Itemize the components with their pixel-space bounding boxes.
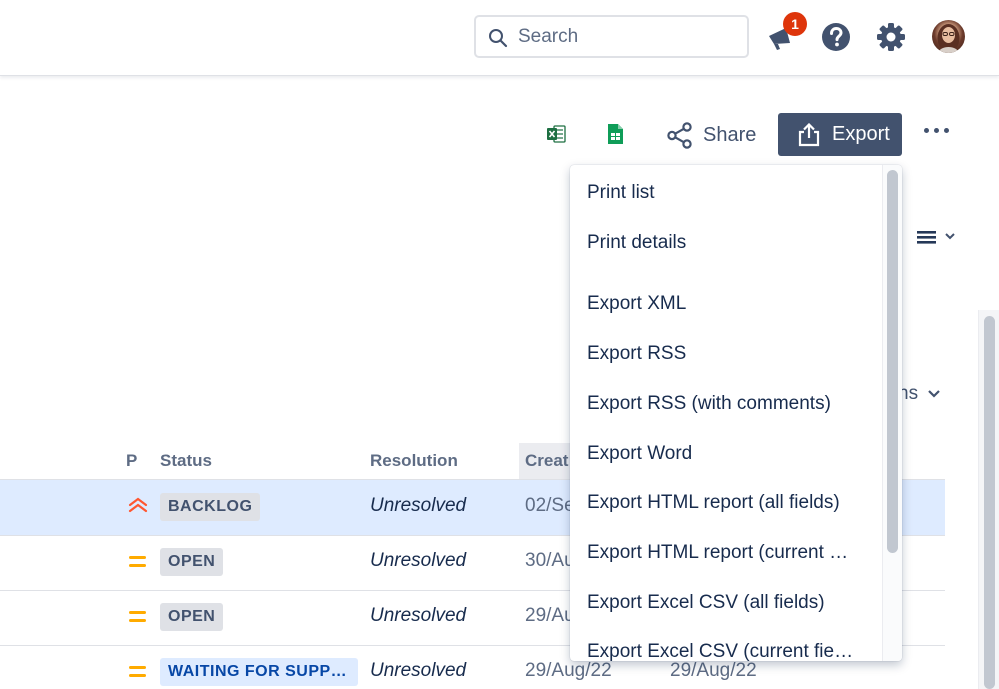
resolution-cell: Unresolved xyxy=(370,495,467,516)
menu-item-export-csv-current[interactable]: Export Excel CSV (current fie… xyxy=(587,641,853,661)
page-scrollbar-thumb[interactable] xyxy=(984,316,995,689)
priority-medium-icon xyxy=(129,556,146,567)
gear-icon[interactable] xyxy=(876,22,906,52)
dropdown-scrollbar[interactable] xyxy=(882,165,902,661)
dropdown-scrollbar-thumb[interactable] xyxy=(887,170,898,553)
search-box[interactable] xyxy=(474,15,749,58)
menu-item-print-details[interactable]: Print details xyxy=(587,232,686,254)
status-badge: BACKLOG xyxy=(160,493,261,521)
menu-item-export-xml[interactable]: Export XML xyxy=(587,293,686,315)
export-dropdown-menu: Print list Print details Export XML Expo… xyxy=(570,165,902,661)
status-badge: WAITING FOR SUPP… xyxy=(160,658,358,686)
notification-badge: 1 xyxy=(783,12,807,36)
column-header-status[interactable]: Status xyxy=(160,451,212,471)
export-icon xyxy=(798,122,820,146)
search-icon xyxy=(489,29,508,48)
google-sheets-icon[interactable] xyxy=(607,123,624,145)
share-label: Share xyxy=(703,123,757,146)
priority-medium-icon xyxy=(129,611,146,622)
more-icon-dot xyxy=(944,128,949,133)
help-icon[interactable] xyxy=(821,22,851,52)
priority-medium-icon xyxy=(129,666,146,677)
created-cell: 02/Se xyxy=(525,495,575,516)
avatar-image-icon xyxy=(937,24,960,53)
columns-button[interactable]: ns xyxy=(898,383,941,405)
menu-item-export-csv-all[interactable]: Export Excel CSV (all fields) xyxy=(587,592,825,614)
export-label: Export xyxy=(832,123,890,145)
more-icon xyxy=(924,128,929,133)
resolution-cell: Unresolved xyxy=(370,550,467,571)
chevron-down-icon xyxy=(928,390,941,398)
top-navigation-bar: 1 xyxy=(0,0,999,76)
share-button[interactable]: Share xyxy=(666,120,756,150)
updated-cell: 29/Aug/22 xyxy=(670,660,757,681)
export-button[interactable]: Export xyxy=(778,113,902,156)
search-input[interactable] xyxy=(518,25,738,49)
menu-item-export-html-all[interactable]: Export HTML report (all fields) xyxy=(587,492,840,514)
page-scrollbar[interactable] xyxy=(978,310,999,689)
menu-item-export-word[interactable]: Export Word xyxy=(587,443,692,465)
share-icon xyxy=(667,121,692,149)
status-badge: OPEN xyxy=(160,548,224,576)
created-cell: 29/Au xyxy=(525,605,575,626)
created-cell: 29/Aug/22 xyxy=(525,660,612,681)
list-view-icon xyxy=(917,231,955,244)
more-icon-dot xyxy=(934,128,939,133)
avatar[interactable] xyxy=(932,20,965,53)
status-badge: OPEN xyxy=(160,603,224,631)
column-header-resolution[interactable]: Resolution xyxy=(370,451,458,471)
menu-item-export-rss[interactable]: Export RSS xyxy=(587,343,686,365)
menu-item-export-rss-comments[interactable]: Export RSS (with comments) xyxy=(587,393,831,415)
menu-item-export-html-current[interactable]: Export HTML report (current … xyxy=(587,542,848,564)
more-actions-button[interactable] xyxy=(924,128,949,133)
resolution-cell: Unresolved xyxy=(370,605,467,626)
resolution-cell: Unresolved xyxy=(370,660,467,681)
priority-highest-icon xyxy=(128,497,148,513)
list-view-toggle[interactable] xyxy=(916,228,958,251)
menu-item-print-list[interactable]: Print list xyxy=(587,182,655,204)
column-header-priority[interactable]: P xyxy=(126,451,137,471)
created-cell: 30/Au xyxy=(525,550,575,571)
excel-icon[interactable] xyxy=(546,124,566,144)
